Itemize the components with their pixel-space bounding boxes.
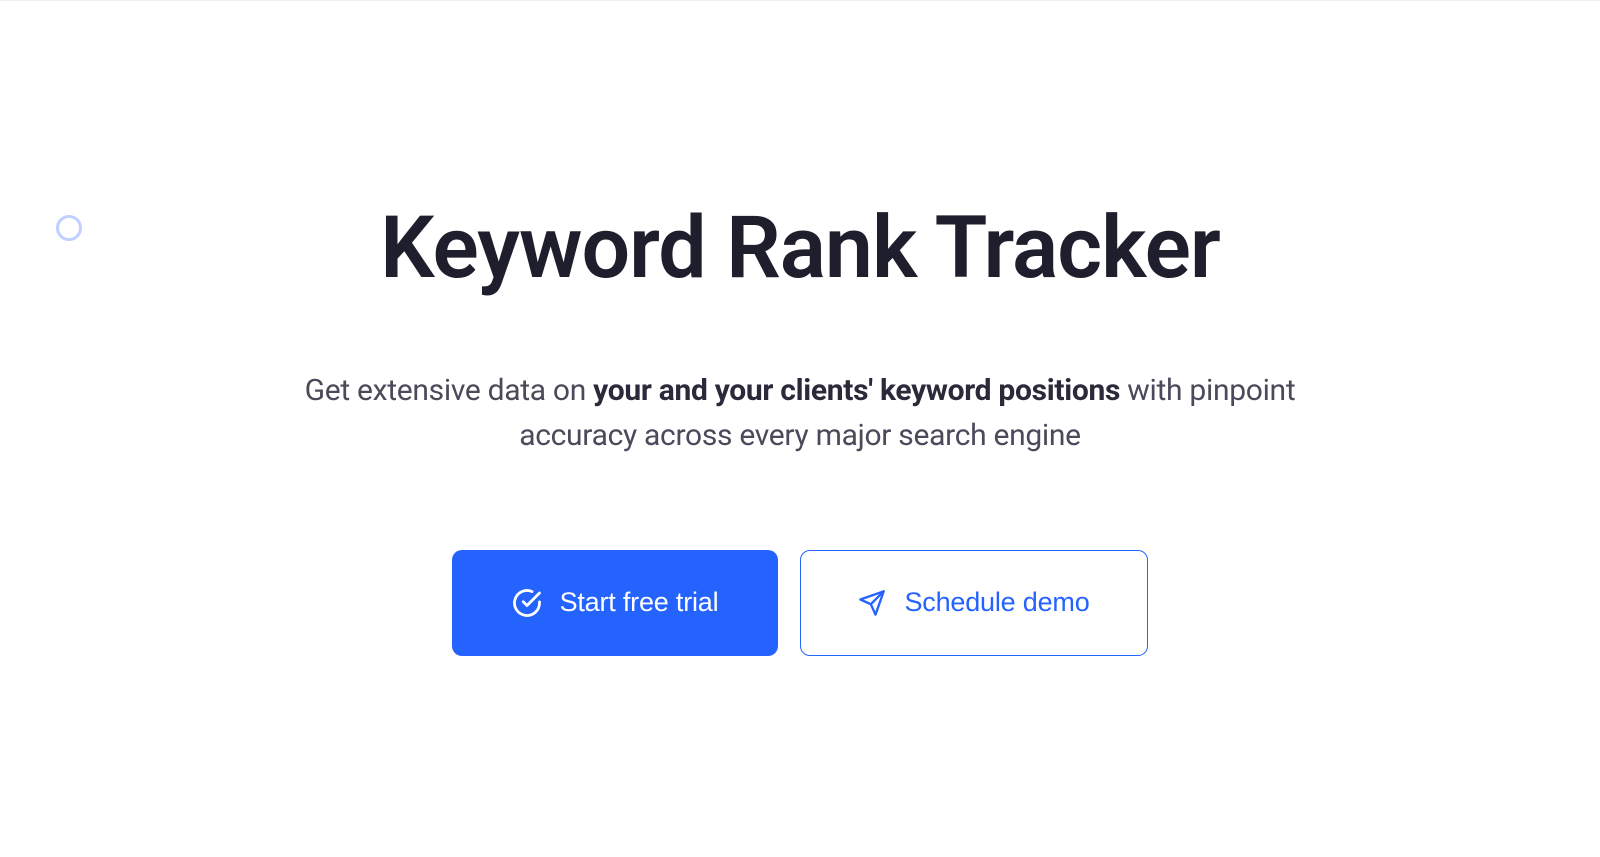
subtitle-bold: your and your clients' keyword positions — [593, 373, 1120, 408]
schedule-demo-button[interactable]: Schedule demo — [800, 550, 1148, 656]
button-row: Start free trial Schedule demo — [250, 550, 1350, 656]
decorative-circle — [56, 215, 82, 241]
primary-button-label: Start free trial — [560, 587, 719, 618]
hero-subtitle: Get extensive data on your and your clie… — [250, 368, 1350, 458]
hero-section: Keyword Rank Tracker Get extensive data … — [250, 201, 1350, 656]
secondary-button-label: Schedule demo — [904, 587, 1089, 618]
page-title: Keyword Rank Tracker — [250, 201, 1350, 296]
check-circle-icon — [512, 588, 542, 618]
subtitle-prefix: Get extensive data on — [305, 373, 593, 408]
start-free-trial-button[interactable]: Start free trial — [452, 550, 778, 656]
paper-plane-icon — [858, 589, 886, 617]
